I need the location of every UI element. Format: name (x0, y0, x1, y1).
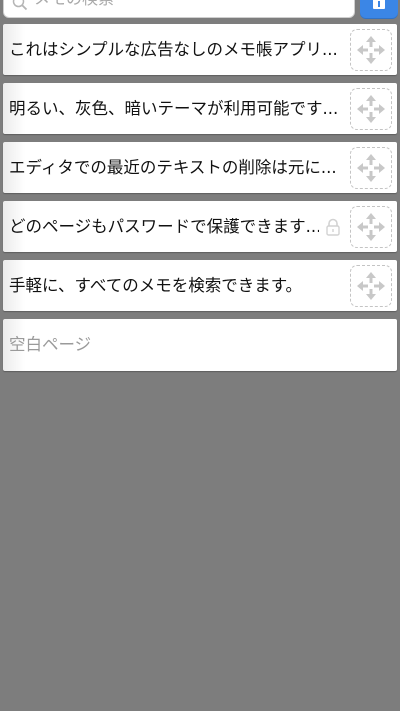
add-note-icon (373, 0, 385, 9)
move-arrows-icon (357, 154, 385, 182)
note-row[interactable]: エディタでの最近のテキストの削除は元に... (3, 142, 397, 193)
note-title: 手軽に、すべてのメモを検索できます。 (9, 276, 303, 295)
lock-icon (326, 218, 340, 236)
note-title: エディタでの最近のテキストの削除は元に... (9, 158, 337, 177)
note-title: これはシンプルな広告なしのメモ帳アプリ... (9, 40, 338, 59)
drag-handle[interactable] (350, 29, 392, 71)
notes-list: これはシンプルな広告なしのメモ帳アプリ... 明るい、灰色、暗いテーマが利用可能… (3, 24, 397, 379)
note-row[interactable]: どのページもパスワードで保護できます... (3, 201, 397, 252)
drag-handle[interactable] (350, 265, 392, 307)
move-arrows-icon (357, 272, 385, 300)
move-arrows-icon (357, 95, 385, 123)
move-arrows-icon (357, 36, 385, 64)
top-bar: メモの検索 (0, 0, 400, 20)
search-input[interactable]: メモの検索 (3, 0, 355, 18)
empty-page-row[interactable]: 空白ページ (3, 319, 397, 371)
drag-handle[interactable] (350, 147, 392, 189)
note-row[interactable]: これはシンプルな広告なしのメモ帳アプリ... (3, 24, 397, 75)
empty-page-label: 空白ページ (9, 335, 92, 354)
note-title: 明るい、灰色、暗いテーマが利用可能です... (9, 99, 339, 118)
note-title: どのページもパスワードで保護できます... (9, 217, 319, 236)
drag-handle[interactable] (350, 206, 392, 248)
drag-handle[interactable] (350, 88, 392, 130)
note-row[interactable]: 明るい、灰色、暗いテーマが利用可能です... (3, 83, 397, 134)
search-icon (12, 0, 28, 11)
add-note-button[interactable] (360, 0, 398, 19)
note-row[interactable]: 手軽に、すべてのメモを検索できます。 (3, 260, 397, 311)
move-arrows-icon (357, 213, 385, 241)
search-placeholder: メモの検索 (34, 0, 114, 9)
